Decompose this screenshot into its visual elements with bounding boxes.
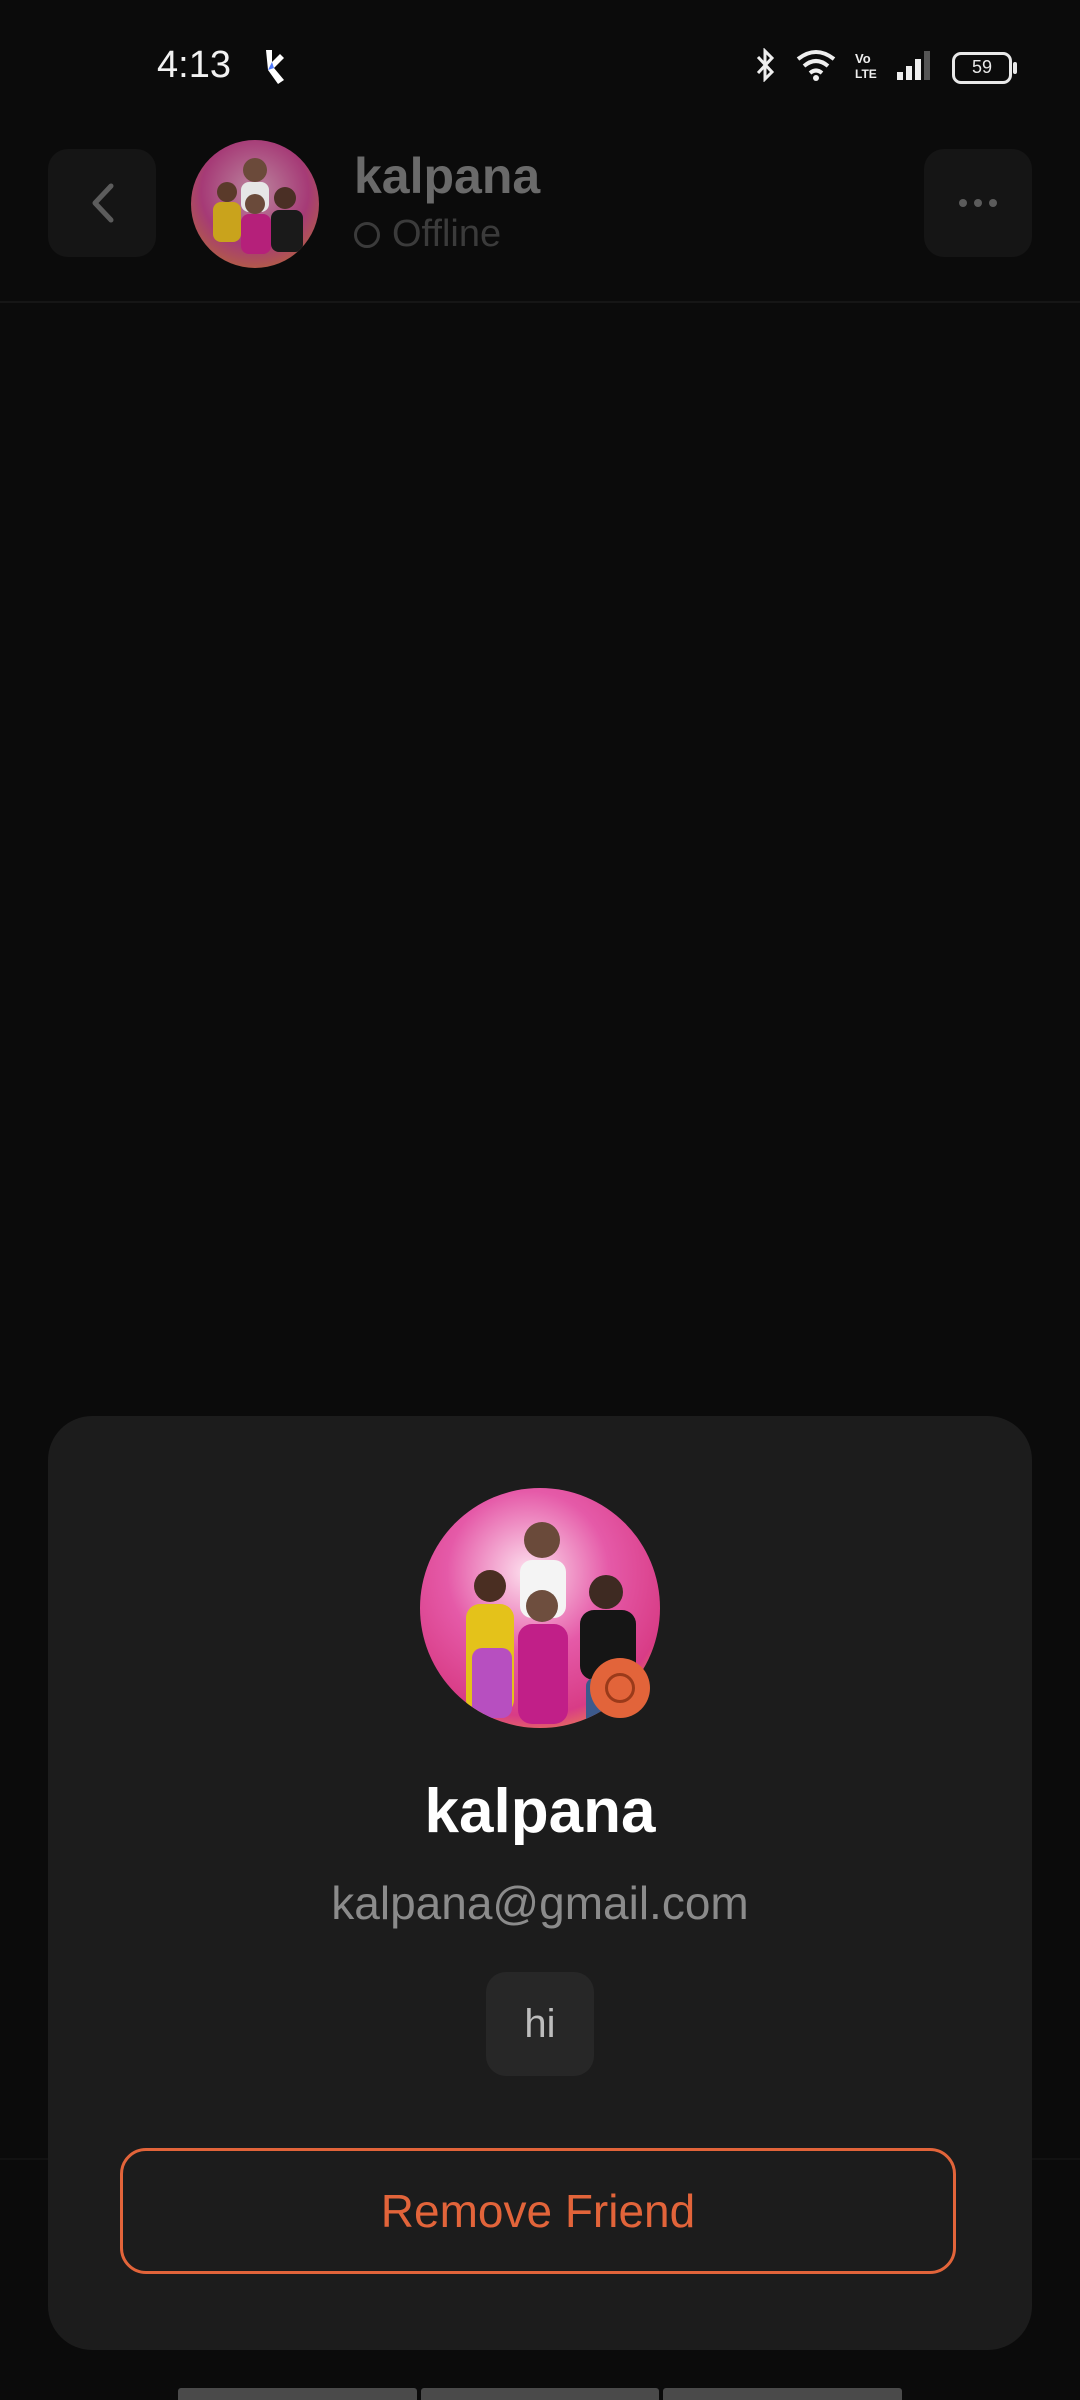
more-options-button[interactable] [924, 149, 1032, 257]
nav-gesture-bar[interactable] [178, 2388, 903, 2400]
volte-icon: Vo LTE [854, 49, 878, 86]
status-bar: 4:13 Vo LTE 59 [0, 0, 1080, 135]
battery-icon: 59 [952, 51, 1017, 84]
chat-header: kalpana Offline [0, 135, 1080, 303]
presence-status: Offline [354, 213, 501, 256]
profile-sheet: kalpana kalpana@gmail.com hi Remove Frie… [48, 1416, 1032, 2350]
svg-text:LTE: LTE [855, 67, 877, 81]
presence-label: Offline [392, 213, 502, 255]
avatar[interactable] [191, 140, 319, 268]
battery-level: 59 [971, 57, 993, 77]
status-time: 4:13 [157, 44, 231, 86]
profile-email: kalpana@gmail.com [331, 1877, 749, 1929]
bluetooth-icon [754, 47, 778, 87]
back-button[interactable] [48, 149, 156, 257]
remove-friend-button[interactable]: Remove Friend [120, 2148, 956, 2274]
status-indicator-icon [590, 1658, 650, 1718]
back-icon [92, 183, 114, 223]
app-icon [262, 48, 286, 91]
profile-bio: hi [486, 1972, 594, 2076]
signal-icon [896, 50, 934, 85]
offline-icon [354, 221, 380, 248]
header-name: kalpana [354, 148, 541, 204]
profile-name: kalpana [424, 1777, 656, 1846]
wifi-icon [796, 49, 836, 86]
svg-text:Vo: Vo [855, 51, 871, 66]
more-icon [959, 199, 997, 207]
